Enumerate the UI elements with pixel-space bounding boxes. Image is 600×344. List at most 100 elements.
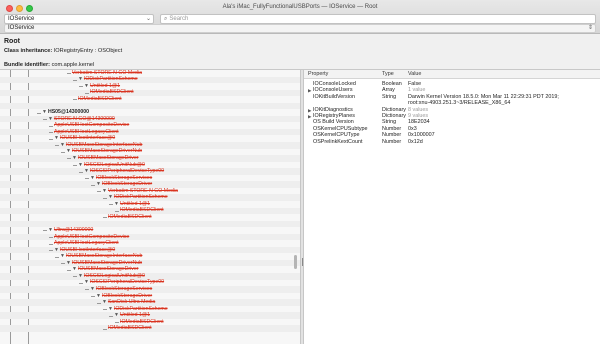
tree-scrollbar[interactable] [294,255,297,269]
disclosure-triangle-icon[interactable]: ▼ [42,109,47,115]
tree-connector [67,158,71,160]
tree-connector [91,184,95,186]
property-value: 0x12d [408,138,423,145]
tree-connector [49,250,53,252]
disclosure-triangle-icon[interactable]: ▼ [102,188,107,194]
tree-connector [67,269,71,271]
tree-connector [91,295,95,297]
entry-name: Root [4,38,20,45]
info-panel: Root Class inheritance: IORegistryEntry … [0,34,600,70]
tree-connector [55,256,59,258]
tree-connector [61,151,65,153]
tree-connector [115,210,119,212]
disclosure-triangle-icon[interactable]: ▼ [78,273,83,279]
tree-connector [79,171,83,173]
tree-connector [97,191,101,193]
tree-connector [49,243,53,245]
disclosure-triangle-icon[interactable]: ▼ [102,299,107,305]
search-input[interactable]: ⌕ Search [160,14,596,24]
tree-connector [79,86,83,88]
class-inheritance-value: IORegistryEntry : OSObject [53,48,123,54]
disclosure-triangle-icon[interactable]: ▼ [60,142,65,148]
tree-node-label: IOMediaBSDClient [108,325,152,332]
column-header-type[interactable]: Type [382,71,394,77]
class-inheritance-label: Class inheritance: [4,48,53,54]
disclosure-triangle-icon[interactable]: ▼ [48,227,53,233]
tree-connector [85,178,89,180]
tree-connector [73,79,77,81]
column-header-property[interactable]: Property [308,71,328,77]
tree-connector [73,276,77,278]
disclosure-triangle-icon[interactable]: ▼ [84,168,89,174]
properties-table: Property Type Value IOConsoleLocked Boole… [304,70,600,344]
search-icon: ⌕ [164,16,168,22]
disclosure-triangle-icon[interactable]: ▼ [66,148,71,154]
disclosure-triangle-icon[interactable]: ▼ [84,83,89,89]
tree-connector [79,282,83,284]
disclosure-triangle-icon[interactable]: ▼ [72,155,77,161]
chevron-updown-icon: ⇕ [587,25,593,31]
tree-node-label: IOMediaBSDClient [78,96,122,102]
disclosure-triangle-icon[interactable]: ▼ [90,175,95,181]
disclosure-triangle-icon[interactable]: ▼ [114,312,119,318]
tree-row[interactable] [0,259,300,267]
disclosure-triangle-icon[interactable]: ▼ [108,306,113,312]
tree-connector [103,309,107,311]
tree-connector [85,289,89,291]
registry-tree[interactable]: Verbatim STORE N GO Media ▼IODiskPartitio… [0,70,300,344]
disclosure-triangle-icon[interactable]: ▼ [66,260,71,266]
tree-connector [103,328,107,330]
disclosure-triangle-icon[interactable]: ▼ [48,116,53,122]
disclosure-triangle-icon[interactable]: ▼ [108,194,113,200]
tree-connector [103,217,107,219]
tree-connector [61,263,65,265]
tree-connector [73,164,77,166]
bundle-identifier-row: Bundle identifier: com.apple.kernel [4,62,94,68]
tree-connector [109,315,113,317]
tree-connector [109,204,113,206]
column-header-value[interactable]: Value [408,71,421,77]
tree-row[interactable] [0,128,300,136]
tree-connector [49,237,53,239]
bundle-identifier-label: Bundle identifier: [4,62,50,68]
tree-connector [103,197,107,199]
tree-connector [73,99,77,101]
disclosure-triangle-icon[interactable]: ▼ [78,76,83,82]
disclosure-triangle-icon[interactable]: ▼ [54,135,59,141]
tree-connector [43,230,47,232]
chevron-down-icon: ⌄ [145,16,151,22]
plane-select[interactable]: IOService ⇕ [4,24,596,33]
disclosure-triangle-icon[interactable]: ▼ [72,266,77,272]
disclosure-triangle-icon[interactable]: ▼ [96,293,101,299]
bundle-identifier-value: com.apple.kernel [51,62,95,68]
title-bar: Ala's iMac_FullyFunctionalUSBPorts — IOS… [0,0,600,34]
tree-connector [49,138,53,140]
disclosure-triangle-icon[interactable]: ▼ [90,286,95,292]
tree-connector [67,73,71,75]
disclosure-triangle-icon[interactable]: ▼ [114,201,119,207]
property-type: Number [382,138,402,145]
tree-connector [49,125,53,127]
property-row[interactable]: OSPrelinkKextCount Number 0x12d [304,139,600,146]
tree-connector [85,92,89,94]
tree-connector [115,322,119,324]
disclosure-triangle-icon[interactable]: ▼ [54,247,59,253]
tree-connector [37,112,41,114]
disclosure-triangle-icon[interactable]: ▼ [96,181,101,187]
window-title: Ala's iMac_FullyFunctionalUSBPorts — IOS… [222,4,378,10]
tree-node[interactable]: IOMediaBSDClient [108,324,152,333]
class-select[interactable]: IOService ⌄ [4,14,154,24]
tree-connector [97,302,101,304]
disclosure-triangle-icon[interactable]: ▼ [78,162,83,168]
tree-connector [49,132,53,134]
class-inheritance-row: Class inheritance: IORegistryEntry : OSO… [4,48,122,54]
tree-node-label: IOMediaBSDClient [108,213,152,220]
disclosure-triangle-icon[interactable]: ▼ [84,279,89,285]
property-key: OSPrelinkKextCount [313,138,363,145]
search-placeholder: Search [169,16,189,22]
class-select-value: IOService [8,16,35,22]
disclosure-triangle-icon[interactable]: ▼ [60,253,65,259]
tree-row[interactable] [0,96,300,103]
plane-select-value: IOService [8,25,35,31]
tree-connector [43,119,47,121]
